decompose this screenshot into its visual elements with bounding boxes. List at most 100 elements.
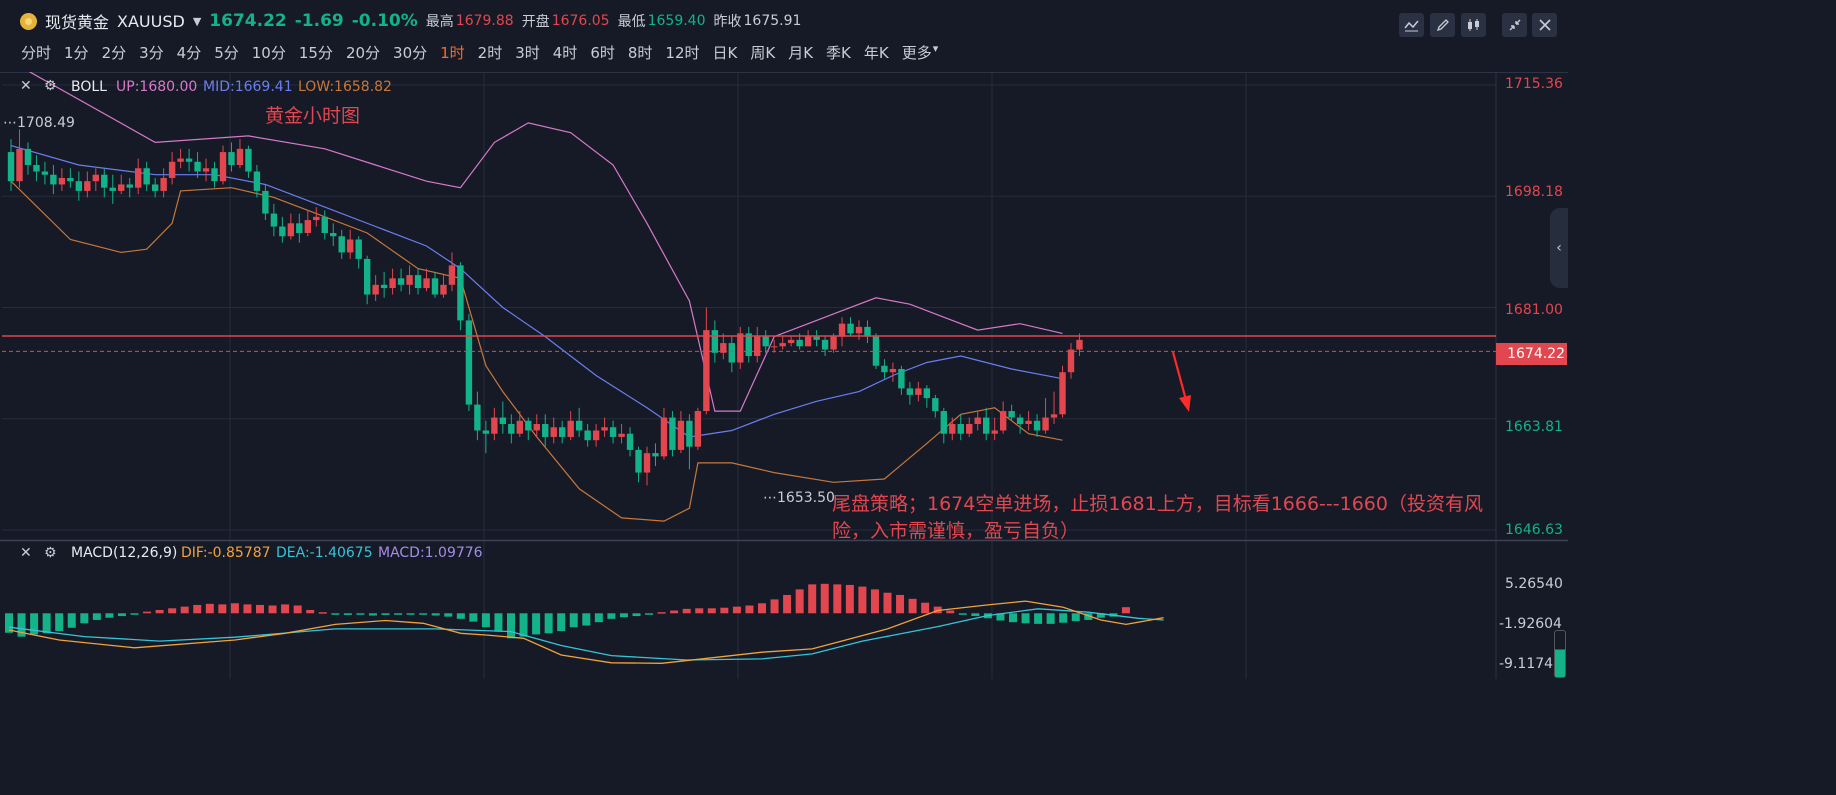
candle-body: [855, 326, 863, 334]
period-tab[interactable]: 季K: [826, 42, 851, 63]
candle-body: [118, 184, 125, 191]
period-tabs: 分时 1分 2分 3分 4分 5分 10分 15分 20分 30分 1时 2时 3时 4时 6时 8时 12时日…: [21, 42, 951, 63]
macd-bar: [381, 613, 390, 615]
macd-bar: [632, 613, 641, 617]
macd-bar: [833, 584, 842, 614]
candle-body: [1033, 420, 1041, 431]
macd-bar: [205, 603, 214, 614]
period-tab[interactable]: 更多: [902, 42, 932, 63]
instrument-symbol[interactable]: XAUUSD: [117, 12, 185, 31]
candle-body: [821, 339, 829, 350]
candle-body: [1016, 417, 1024, 425]
candle-body: [7, 152, 15, 182]
candle-body: [592, 430, 600, 441]
candle-body: [974, 417, 981, 425]
period-tab[interactable]: 周K: [750, 42, 775, 63]
period-tab[interactable]: 年K: [864, 42, 889, 63]
candle-body: [151, 184, 159, 191]
period-tab[interactable]: 4时: [553, 42, 578, 63]
boll-close-icon[interactable]: ✕: [20, 78, 32, 94]
period-tab[interactable]: 10分: [252, 42, 286, 63]
macd-bar: [858, 586, 867, 614]
macd-bar: [532, 613, 541, 635]
chevron-down-icon[interactable]: ▼: [193, 15, 201, 28]
period-tab[interactable]: 日K: [713, 42, 738, 63]
period-tab[interactable]: 20分: [346, 42, 380, 63]
candle-body: [686, 420, 693, 447]
period-tab[interactable]: 30分: [393, 42, 427, 63]
candle-body: [448, 265, 456, 285]
candle-body: [1042, 417, 1049, 431]
period-tab[interactable]: 2分: [102, 42, 127, 63]
candle-body: [321, 216, 328, 234]
period-tab[interactable]: 4分: [177, 42, 202, 63]
candle-body: [584, 430, 591, 441]
candle-body: [160, 177, 167, 191]
period-tab[interactable]: 12时: [665, 42, 699, 63]
instrument-name[interactable]: 现货黄金: [45, 9, 109, 33]
chart-grid: [0, 72, 1568, 679]
macd-bar: [1009, 613, 1017, 623]
macd-bar: [619, 613, 628, 618]
period-tab[interactable]: 1时: [440, 42, 465, 63]
period-tab[interactable]: 2时: [478, 42, 503, 63]
candle-body: [219, 152, 227, 182]
candle-body: [559, 427, 566, 437]
period-tab[interactable]: 月K: [788, 42, 813, 63]
candle-body: [109, 187, 116, 191]
macd-bar: [594, 613, 603, 623]
strategy-line-1: 尾盘策略；1674空单进场，止损1681上方，目标看1666---1660（投资…: [832, 493, 1483, 515]
candle-body: [881, 365, 888, 373]
stat-prevclose-value: 1675.91: [743, 13, 802, 29]
macd-settings-icon[interactable]: ⚙: [44, 545, 57, 561]
high-marker: ⋯1708.49: [3, 115, 75, 131]
period-tab[interactable]: 6时: [590, 42, 615, 63]
macd-bar: [481, 613, 490, 628]
stat-high-value: 1679.88: [455, 13, 514, 29]
chevron-down-icon[interactable]: ▾: [933, 42, 939, 63]
period-tab[interactable]: 3时: [515, 42, 540, 63]
collapse-icon[interactable]: [1502, 13, 1527, 37]
chevron-left-icon[interactable]: ‹: [1550, 208, 1568, 288]
candle-body: [313, 216, 320, 221]
period-tab[interactable]: 1分: [64, 42, 89, 63]
candle-body: [1008, 411, 1015, 418]
candle-body: [728, 343, 735, 363]
candle-style-icon[interactable]: [1461, 13, 1486, 37]
period-tab[interactable]: 3分: [139, 42, 164, 63]
candle-body: [482, 430, 490, 434]
close-icon[interactable]: [1532, 13, 1557, 37]
candle-body: [754, 336, 761, 357]
candle-body: [694, 411, 702, 447]
candle-body: [643, 453, 651, 473]
macd-bar: [318, 612, 327, 614]
indicator-icon[interactable]: [1399, 13, 1424, 37]
macd-bar: [645, 613, 654, 615]
macd-bar: [971, 613, 980, 617]
stat-high-label: 最高: [425, 14, 454, 30]
candle-body: [898, 368, 905, 389]
candle-body: [966, 424, 973, 434]
macd-bar: [1021, 613, 1030, 624]
candle-body: [75, 181, 83, 191]
candle-body: [542, 424, 549, 437]
period-tab[interactable]: 5分: [214, 42, 239, 63]
macd-bar: [180, 606, 189, 614]
candle-body: [796, 339, 803, 347]
price-chart[interactable]: [0, 72, 1568, 679]
boll-settings-icon[interactable]: ⚙: [44, 78, 57, 94]
macd-bar: [795, 589, 804, 614]
period-tab[interactable]: 15分: [299, 42, 333, 63]
macd-bar: [883, 592, 892, 614]
macd-bar: [143, 611, 152, 614]
candle-body: [838, 323, 846, 337]
candle-body: [33, 165, 40, 172]
macd-bar: [544, 613, 553, 634]
candle-body: [406, 275, 413, 285]
period-tab[interactable]: 分时: [21, 42, 51, 63]
macd-close-icon[interactable]: ✕: [20, 545, 32, 561]
draw-icon[interactable]: [1430, 13, 1455, 37]
period-tab[interactable]: 8时: [628, 42, 653, 63]
last-price: 1674.22: [209, 11, 287, 31]
candle-body: [262, 190, 269, 214]
